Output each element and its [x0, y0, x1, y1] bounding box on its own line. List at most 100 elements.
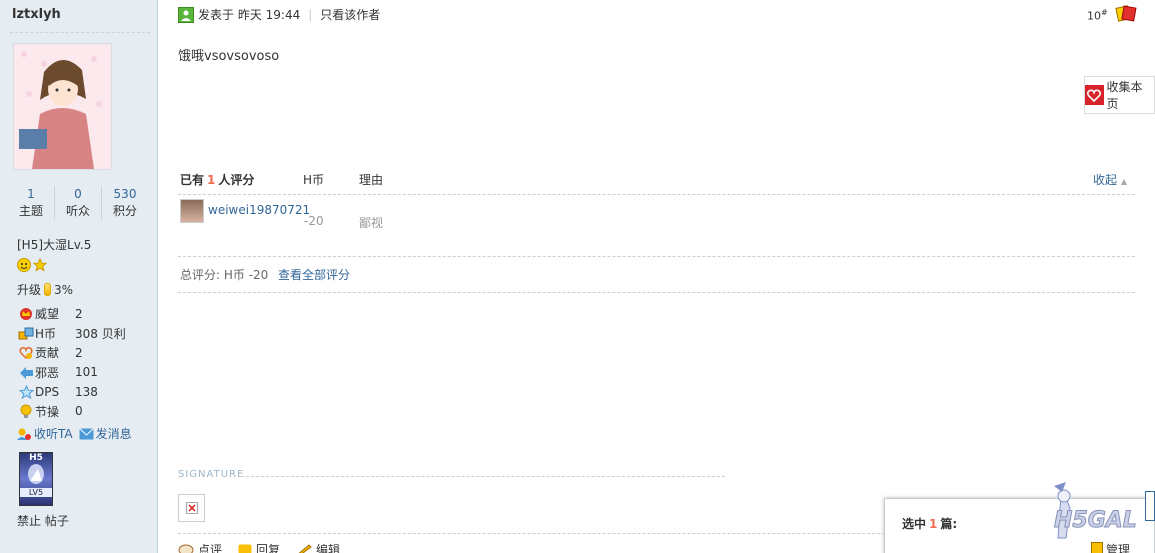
- selected-suffix: 篇:: [940, 517, 958, 531]
- attr-key: 邪恶: [35, 365, 60, 380]
- floor-value: 10: [1087, 9, 1101, 23]
- attr-row: DPS 138: [17, 382, 126, 402]
- side-tab[interactable]: [1145, 491, 1155, 521]
- level-icons: [17, 258, 47, 272]
- author-sidebar: lztxlyh 1 主题 0 听众 530 积分 [H5]大湿Lv.5 升级 3…: [0, 0, 158, 553]
- rating-summary: 总评分: H币 -20 查看全部评分: [178, 257, 1135, 293]
- selected-count: 选中 1 篇:: [902, 515, 957, 532]
- stat-points[interactable]: 530 积分: [102, 186, 148, 220]
- attr-key: 威望: [35, 307, 60, 322]
- attr-row: 节操 0: [17, 402, 126, 422]
- attr-key: DPS: [35, 384, 60, 399]
- heart-icon: [17, 345, 35, 361]
- author-stats: 1 主题 0 听众 530 积分: [8, 186, 148, 220]
- star-outline-icon: [17, 384, 35, 400]
- attr-key: 节操: [35, 404, 60, 419]
- attr-row: 贡献 2: [17, 343, 126, 363]
- logo-text: H5GAL: [1054, 508, 1138, 534]
- post-content: 饿哦vsovsovoso: [178, 49, 280, 64]
- stat-followers[interactable]: 0 听众: [55, 186, 102, 220]
- rating-total: 总评分: H币 -20: [180, 268, 269, 282]
- rating-count: 已有 1 人评分: [180, 171, 254, 188]
- attr-row: 邪恶 101: [17, 363, 126, 383]
- rate-button[interactable]: 点评: [178, 541, 222, 553]
- favorite-button[interactable]: 收集本页: [1084, 76, 1155, 114]
- card-icon[interactable]: [1115, 5, 1137, 25]
- stat-value: 1: [27, 187, 35, 201]
- edit-label: 编辑: [316, 543, 341, 553]
- selected-prefix: 选中: [902, 517, 927, 531]
- reply-icon: [238, 544, 252, 553]
- stat-threads[interactable]: 1 主题: [8, 186, 55, 220]
- post-header: 发表于 昨天 19:44 | 只看该作者: [178, 6, 380, 23]
- column-coin: H币: [303, 173, 325, 187]
- author-attributes: 威望 2 H币 308 贝利 贡献 2 邪恶 101 DPS 138 节操 0: [17, 304, 126, 421]
- only-author-link[interactable]: 只看该作者: [320, 6, 380, 23]
- heart-icon: [1085, 85, 1104, 105]
- post-actions: 点评 回复 编辑: [178, 541, 340, 553]
- arrow-icon: [17, 364, 35, 380]
- attr-value: 308 贝利: [75, 326, 126, 341]
- signature-divider: [241, 476, 725, 477]
- rating-suffix: 人评分: [218, 173, 255, 187]
- attr-key: 贡献: [35, 346, 60, 361]
- floor-number[interactable]: 10#: [1087, 8, 1108, 23]
- author-username[interactable]: lztxlyh: [12, 7, 61, 22]
- rater-avatar[interactable]: [180, 199, 204, 223]
- divider: [10, 32, 150, 33]
- broken-image-icon: [178, 494, 205, 522]
- medal-sub: LV5: [20, 488, 52, 497]
- attr-row: 威望 2: [17, 304, 126, 324]
- bulb-icon: [17, 403, 35, 419]
- follow-button[interactable]: 收听TA: [16, 425, 73, 442]
- pencil-icon: [296, 543, 312, 553]
- reply-button[interactable]: 回复: [238, 541, 280, 553]
- message-label: 发消息: [95, 427, 132, 441]
- rate-label: 点评: [198, 543, 223, 553]
- user-group[interactable]: [H5]大湿Lv.5: [17, 236, 91, 253]
- medal-label: H5: [29, 453, 43, 463]
- collapse-label: 收起: [1093, 173, 1118, 187]
- collapse-button[interactable]: 收起 ▲: [1093, 171, 1127, 188]
- column-reason: 理由: [359, 173, 384, 187]
- rating-table: 已有 1 人评分 H币 理由 收起 ▲ weiwei19870721 -20 鄙视 …: [178, 164, 1135, 293]
- view-all-ratings-link[interactable]: 查看全部评分: [278, 266, 350, 283]
- stat-label: 积分: [112, 204, 137, 218]
- follow-label: 收听TA: [34, 427, 73, 441]
- medal-badge[interactable]: H5 LV5: [19, 452, 53, 506]
- author-actions: 收听TA 发消息: [16, 425, 132, 442]
- stat-value: 530: [113, 187, 137, 201]
- stat-value: 0: [74, 187, 82, 201]
- attr-key: H币: [35, 326, 57, 341]
- attr-value: 0: [75, 404, 83, 419]
- rating-header: 已有 1 人评分 H币 理由 收起 ▲: [178, 164, 1135, 195]
- selected-count-value: 1: [929, 517, 938, 531]
- upgrade-label: 升级: [17, 283, 42, 297]
- smiley-icon: [17, 258, 31, 272]
- avatar[interactable]: [13, 43, 112, 170]
- online-status-icon: [178, 6, 194, 23]
- rating-prefix: 已有: [180, 173, 205, 187]
- attr-value: 138: [75, 384, 98, 399]
- send-message-button[interactable]: 发消息: [78, 425, 132, 442]
- edit-button[interactable]: 编辑: [296, 541, 340, 553]
- stat-label: 主题: [18, 204, 43, 218]
- attr-value: 101: [75, 365, 98, 380]
- rating-row: weiwei19870721 -20 鄙视: [178, 195, 1135, 257]
- signature-label: SIGNATURE: [178, 469, 245, 480]
- coin-icon: [17, 325, 35, 341]
- post-time: 发表于 昨天 19:44: [198, 8, 301, 22]
- progress-bar: [44, 283, 52, 296]
- floor-suffix: #: [1101, 8, 1108, 17]
- attr-row: H币 308 贝利: [17, 324, 126, 344]
- crown-icon: [17, 306, 35, 322]
- caret-up-icon: ▲: [1120, 177, 1127, 186]
- separator: |: [308, 7, 313, 22]
- rating-score: -20: [304, 214, 324, 228]
- rating-reason: 鄙视: [359, 216, 384, 230]
- attr-value: 2: [75, 345, 83, 360]
- follow-icon: [16, 427, 32, 441]
- attr-value: 2: [75, 306, 83, 321]
- favorite-label: 收集本页: [1106, 80, 1143, 111]
- moderation-links[interactable]: 禁止 帖子: [17, 512, 69, 529]
